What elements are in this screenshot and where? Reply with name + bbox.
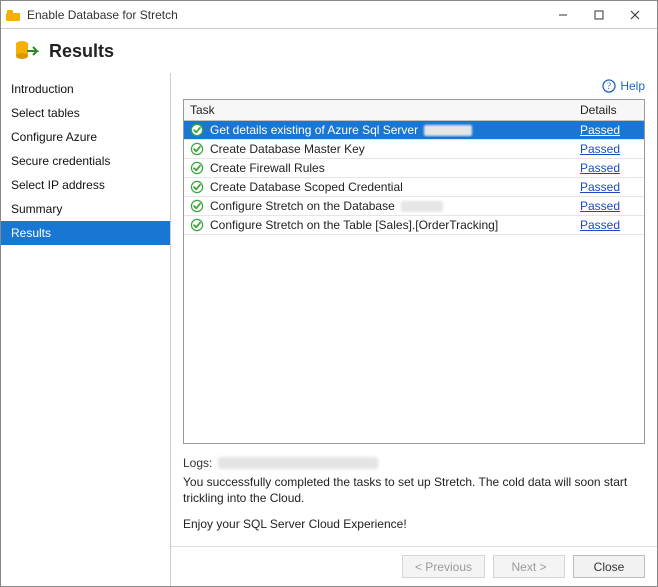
table-row[interactable]: Configure Stretch on the Table [Sales].[… — [184, 216, 644, 235]
window-title: Enable Database for Stretch — [27, 8, 545, 22]
logs-path-obscured — [218, 457, 378, 469]
previous-button: < Previous — [402, 555, 485, 578]
success-check-icon — [190, 123, 204, 137]
results-table-container: Task Details Get details existing of Azu… — [183, 99, 645, 444]
sidebar-item-results[interactable]: Results — [1, 221, 170, 245]
logs-label: Logs: — [183, 456, 212, 470]
wizard-content: ? Help Task Details Get details existing… — [171, 73, 657, 586]
success-check-icon — [190, 199, 204, 213]
app-icon — [5, 7, 21, 23]
maximize-button[interactable] — [581, 2, 617, 28]
details-link[interactable]: Passed — [580, 123, 620, 137]
sidebar-item-summary[interactable]: Summary — [1, 197, 170, 221]
wizard-sidebar: Introduction Select tables Configure Azu… — [1, 73, 171, 586]
details-link[interactable]: Passed — [580, 218, 620, 232]
svg-text:?: ? — [607, 81, 611, 91]
column-header-details[interactable]: Details — [574, 100, 644, 121]
column-header-task[interactable]: Task — [184, 100, 574, 121]
results-table: Task Details Get details existing of Azu… — [184, 100, 644, 235]
success-check-icon — [190, 142, 204, 156]
task-label: Configure Stretch on the Database — [210, 199, 395, 213]
task-label: Create Firewall Rules — [210, 161, 325, 175]
logs-row: Logs: — [183, 456, 645, 470]
sidebar-item-secure-credentials[interactable]: Secure credentials — [1, 149, 170, 173]
sidebar-item-select-tables[interactable]: Select tables — [1, 101, 170, 125]
minimize-button[interactable] — [545, 2, 581, 28]
wizard-body: Introduction Select tables Configure Azu… — [1, 73, 657, 586]
task-label: Configure Stretch on the Table [Sales].[… — [210, 218, 498, 232]
task-label: Create Database Scoped Credential — [210, 180, 403, 194]
success-message: You successfully completed the tasks to … — [183, 474, 645, 506]
sidebar-item-configure-azure[interactable]: Configure Azure — [1, 125, 170, 149]
help-link[interactable]: ? Help — [602, 79, 645, 93]
task-label: Get details existing of Azure Sql Server — [210, 123, 418, 137]
success-check-icon — [190, 161, 204, 175]
close-window-button[interactable] — [617, 2, 653, 28]
database-stretch-icon — [13, 38, 39, 64]
table-row[interactable]: Create Database Master Key Passed — [184, 140, 644, 159]
wizard-footer: < Previous Next > Close — [171, 546, 657, 586]
window-controls — [545, 2, 653, 28]
details-link[interactable]: Passed — [580, 161, 620, 175]
help-row: ? Help — [171, 73, 657, 95]
obscured-text — [401, 201, 443, 212]
obscured-text — [424, 125, 472, 136]
wizard-window: Enable Database for Stretch Results Intr… — [0, 0, 658, 587]
closing-message: Enjoy your SQL Server Cloud Experience! — [183, 516, 645, 532]
details-link[interactable]: Passed — [580, 142, 620, 156]
table-row[interactable]: Configure Stretch on the Database Passed — [184, 197, 644, 216]
task-label: Create Database Master Key — [210, 142, 365, 156]
titlebar: Enable Database for Stretch — [1, 1, 657, 29]
sidebar-item-select-ip-address[interactable]: Select IP address — [1, 173, 170, 197]
table-row[interactable]: Get details existing of Azure Sql Server… — [184, 121, 644, 140]
success-check-icon — [190, 180, 204, 194]
page-header: Results — [1, 29, 657, 73]
next-button: Next > — [493, 555, 565, 578]
sidebar-item-introduction[interactable]: Introduction — [1, 77, 170, 101]
help-icon: ? — [602, 79, 616, 93]
table-row[interactable]: Create Database Scoped Credential Passed — [184, 178, 644, 197]
details-link[interactable]: Passed — [580, 180, 620, 194]
help-label: Help — [620, 79, 645, 93]
page-title: Results — [49, 41, 114, 62]
table-row[interactable]: Create Firewall Rules Passed — [184, 159, 644, 178]
details-link[interactable]: Passed — [580, 199, 620, 213]
close-button[interactable]: Close — [573, 555, 645, 578]
success-check-icon — [190, 218, 204, 232]
